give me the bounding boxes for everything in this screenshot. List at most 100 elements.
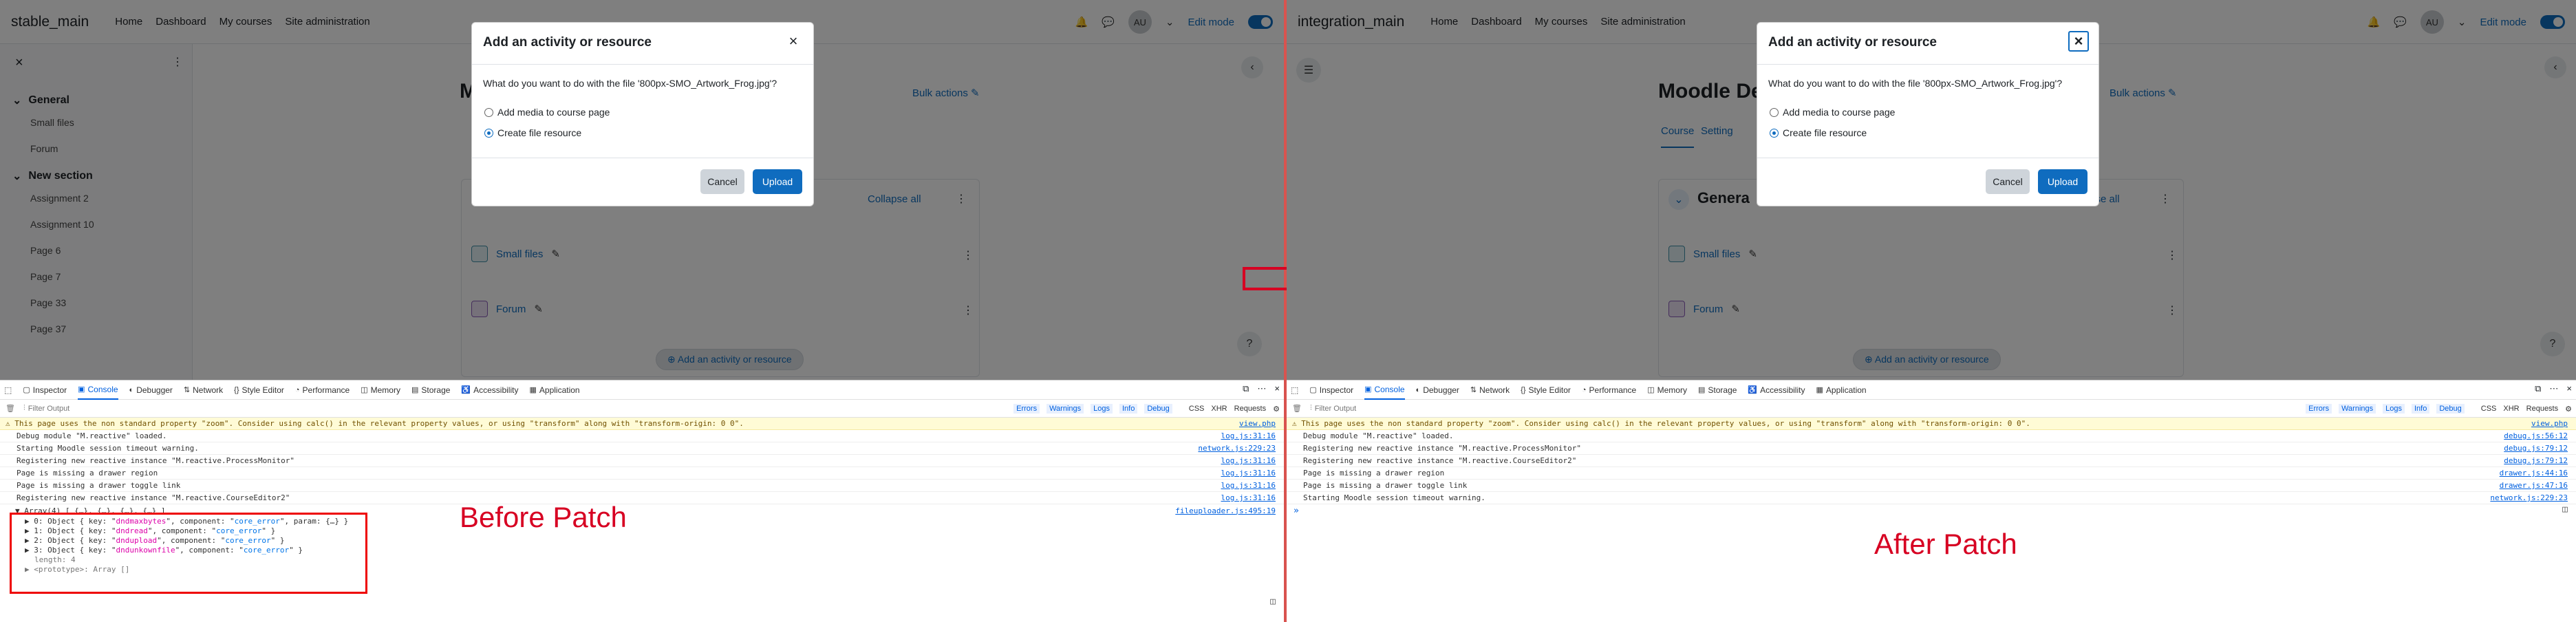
source-link[interactable]: debug.js:79:12 xyxy=(2504,444,2568,453)
gear-icon[interactable]: ⚙ xyxy=(2565,405,2572,414)
accessibility-icon: ♿ xyxy=(1748,386,1758,394)
devtools-picker-icon[interactable]: ⬚ xyxy=(1291,385,1298,395)
upload-button[interactable]: Upload xyxy=(753,169,802,194)
split-console-icon[interactable]: ◫ xyxy=(1270,597,1276,607)
tab-label: Application xyxy=(539,385,580,395)
tab-storage[interactable]: ▤ Storage xyxy=(1698,385,1737,395)
source-link[interactable]: drawer.js:44:16 xyxy=(2500,469,2568,478)
option-add-media[interactable]: Add media to course page xyxy=(484,107,610,118)
trash-icon[interactable]: 🗑 xyxy=(1292,404,1302,413)
tab-network[interactable]: ⇅ Network xyxy=(1470,385,1510,395)
filter-errors[interactable]: Errors xyxy=(2306,404,2332,414)
source-link[interactable]: log.js:31:16 xyxy=(1221,481,1276,490)
upload-button[interactable]: Upload xyxy=(2038,169,2087,194)
console-prompt-icon[interactable]: » xyxy=(1294,506,1299,516)
devtools-picker-icon[interactable]: ⬚ xyxy=(4,385,12,395)
filter-debug[interactable]: Debug xyxy=(2436,404,2465,414)
gear-icon[interactable]: ⚙ xyxy=(1273,405,1280,414)
tab-style-editor[interactable]: {} Style Editor xyxy=(1521,385,1571,395)
source-link[interactable]: fileuploader.js:495:19 xyxy=(1175,506,1276,515)
more-icon[interactable]: ⋯ xyxy=(1257,383,1266,394)
network-icon: ⇅ xyxy=(183,386,191,394)
source-link[interactable]: debug.js:79:12 xyxy=(2504,456,2568,465)
console-warning: ⚠ This page uses the non standard proper… xyxy=(1287,418,2576,430)
tab-inspector[interactable]: ▢ Inspector xyxy=(23,385,67,395)
tab-accessibility[interactable]: ♿ Accessibility xyxy=(461,385,518,395)
close-icon[interactable]: × xyxy=(2566,383,2572,394)
option-create-file-resource[interactable]: Create file resource xyxy=(484,127,581,138)
filter-xhr[interactable]: XHR xyxy=(1211,405,1227,413)
tab-memory[interactable]: ◫ Memory xyxy=(1647,385,1687,395)
close-icon[interactable]: × xyxy=(1274,383,1280,394)
filter-logs[interactable]: Logs xyxy=(1091,404,1113,414)
source-link[interactable]: debug.js:56:12 xyxy=(2504,431,2568,440)
storage-icon: ▤ xyxy=(411,386,419,394)
tab-network[interactable]: ⇅ Network xyxy=(184,385,223,395)
filter-requests[interactable]: Requests xyxy=(2526,405,2558,413)
log-row: Registering new reactive instance "M.rea… xyxy=(0,492,1284,504)
filter-xhr[interactable]: XHR xyxy=(2503,405,2519,413)
tab-console[interactable]: ▣ Console xyxy=(78,380,118,400)
filter-info[interactable]: Info xyxy=(2412,404,2430,414)
filter-info[interactable]: Info xyxy=(1119,404,1138,414)
radio-icon[interactable] xyxy=(1770,107,1779,117)
log-row: Page is missing a drawer toggle link draw… xyxy=(1287,480,2576,492)
tab-application[interactable]: ▦ Application xyxy=(1816,385,1866,395)
trash-icon[interactable]: 🗑 xyxy=(6,404,15,413)
source-link[interactable]: log.js:31:16 xyxy=(1221,456,1276,465)
tab-performance[interactable]: ◔ Performance xyxy=(1582,385,1636,395)
right-pane: integration_main Home Dashboard My cours… xyxy=(1287,0,2576,622)
cancel-button[interactable]: Cancel xyxy=(700,169,744,194)
left-moodle-page: stable_main Home Dashboard My courses Si… xyxy=(0,0,1284,380)
filter-requests[interactable]: Requests xyxy=(1234,405,1266,413)
tab-style-editor[interactable]: {} Style Editor xyxy=(234,385,284,395)
tab-storage[interactable]: ▤ Storage xyxy=(411,385,450,395)
filter-logs[interactable]: Logs xyxy=(2383,404,2405,414)
tab-performance[interactable]: ◔ Performance xyxy=(295,385,350,395)
dock-icon[interactable]: ⧉ xyxy=(2535,383,2541,394)
source-link[interactable]: drawer.js:47:16 xyxy=(2500,481,2568,490)
source-link[interactable]: network.js:229:23 xyxy=(1198,444,1276,453)
tab-console[interactable]: ▣ Console xyxy=(1364,380,1405,400)
filter-warnings[interactable]: Warnings xyxy=(1046,404,1084,414)
tab-label: Console xyxy=(87,384,118,394)
radio-selected-icon[interactable] xyxy=(484,128,493,138)
source-link[interactable]: log.js:31:16 xyxy=(1221,431,1276,440)
tab-debugger[interactable]: ◐ Debugger xyxy=(129,385,173,395)
filter-input[interactable]: Filter Output xyxy=(28,405,70,413)
filter-css[interactable]: CSS xyxy=(1189,405,1205,413)
radio-icon[interactable] xyxy=(484,107,493,117)
close-icon[interactable]: × xyxy=(783,31,804,52)
source-link[interactable]: log.js:31:16 xyxy=(1221,493,1276,502)
more-icon[interactable]: ⋯ xyxy=(2549,383,2558,394)
log-text: Starting Moodle session timeout warning. xyxy=(17,444,199,453)
source-link[interactable]: log.js:31:16 xyxy=(1221,469,1276,478)
before-patch-label: Before Patch xyxy=(460,501,627,533)
source-link[interactable]: view.php xyxy=(2531,419,2568,428)
source-link[interactable]: view.php xyxy=(1239,419,1276,428)
right-devtools: ⬚ ▢ Inspector ▣ Console ◐ Debugger ⇅ Network… xyxy=(1287,380,2576,622)
filter-errors[interactable]: Errors xyxy=(1013,404,1040,414)
cancel-button[interactable]: Cancel xyxy=(1986,169,2030,194)
tab-accessibility[interactable]: ♿ Accessibility xyxy=(1748,385,1805,395)
source-link[interactable]: network.js:229:23 xyxy=(2490,493,2568,502)
modal-question: What do you want to do with the file '80… xyxy=(1768,78,2063,89)
filter-warnings[interactable]: Warnings xyxy=(2339,404,2376,414)
tab-inspector[interactable]: ▢ Inspector xyxy=(1309,385,1353,395)
tab-application[interactable]: ▦ Application xyxy=(529,385,579,395)
tab-memory[interactable]: ◫ Memory xyxy=(361,385,400,395)
tab-label: Style Editor xyxy=(242,385,284,395)
tab-debugger[interactable]: ◐ Debugger xyxy=(1416,385,1459,395)
split-console-icon[interactable]: ◫ xyxy=(2562,504,2568,515)
filter-debug[interactable]: Debug xyxy=(1144,404,1172,414)
tab-label: Inspector xyxy=(1319,385,1354,395)
dock-icon[interactable]: ⧉ xyxy=(1243,383,1249,394)
close-icon[interactable]: × xyxy=(2068,31,2089,52)
add-activity-modal: Add an activity or resource × What do yo… xyxy=(471,22,814,206)
memory-icon: ◫ xyxy=(1647,386,1655,394)
option-add-media[interactable]: Add media to course page xyxy=(1770,107,1895,118)
option-create-file-resource[interactable]: Create file resource xyxy=(1770,127,1867,138)
filter-input[interactable]: Filter Output xyxy=(1315,405,1357,413)
radio-selected-icon[interactable] xyxy=(1770,128,1779,138)
filter-css[interactable]: CSS xyxy=(2481,405,2497,413)
